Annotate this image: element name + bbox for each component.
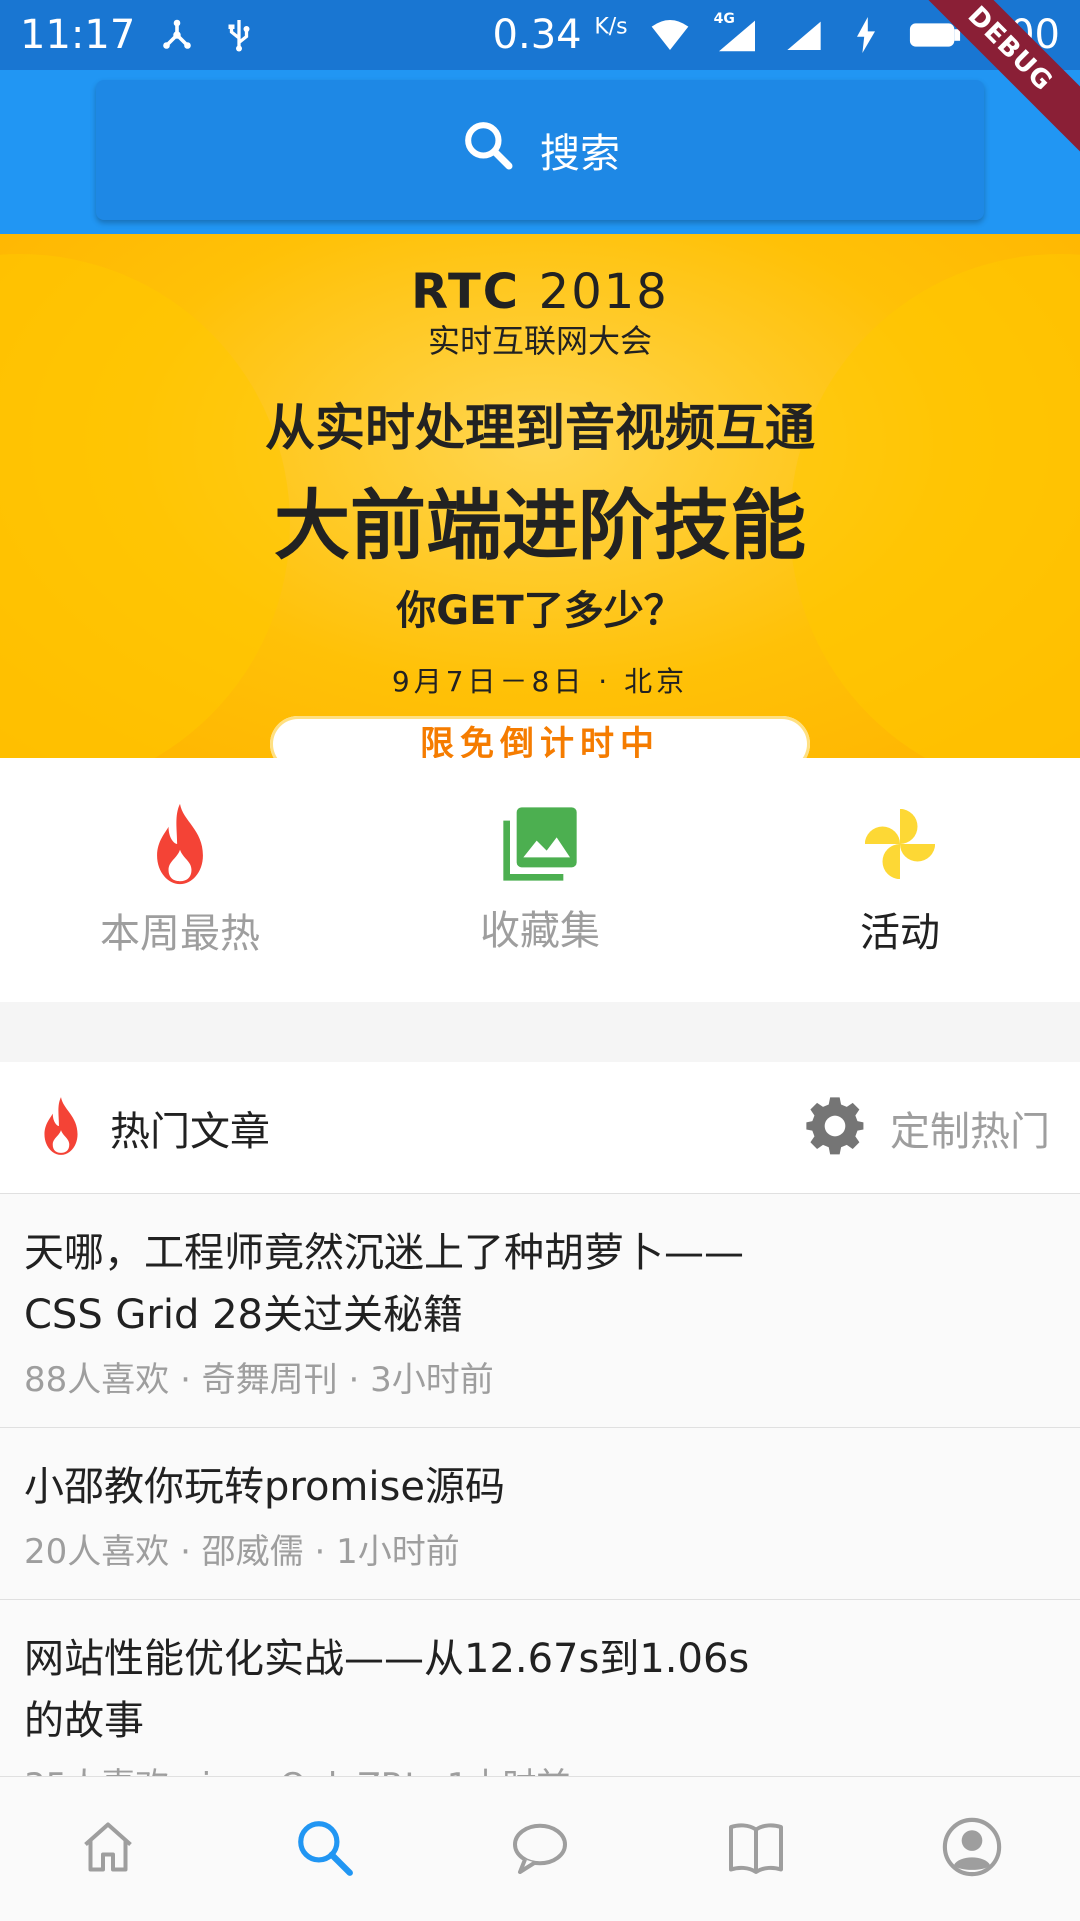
bottom-navigation [0, 1776, 1080, 1921]
profile-icon [941, 1816, 1003, 1882]
usb-icon [219, 15, 259, 55]
home-icon [78, 1817, 138, 1881]
quick-link-label: 活动 [860, 910, 940, 956]
nav-home[interactable] [48, 1789, 168, 1909]
search-icon [293, 1816, 355, 1882]
article-meta: 20人喜欢 · 邵威儒 · 1小时前 [24, 1532, 460, 1572]
banner-date: 9月7日－8日 · 北京 [391, 665, 689, 698]
quick-link-weekly-hot[interactable]: 本周最热 [0, 758, 360, 1002]
hot-articles-title-group: 热门文章 [36, 1095, 270, 1161]
search-label: 搜索 [540, 131, 620, 177]
flame-icon [36, 1095, 86, 1161]
charging-icon [846, 15, 886, 55]
nav-search[interactable] [264, 1789, 384, 1909]
search-button[interactable]: 搜索 [96, 80, 984, 220]
wifi-icon [650, 15, 690, 55]
search-icon [460, 117, 516, 183]
quick-link-collections[interactable]: 收藏集 [360, 758, 720, 1002]
cell-signal-4g-icon: 4G [712, 11, 762, 55]
tethering-icon [157, 15, 197, 55]
article-item[interactable]: 天哪，工程师竟然沉迷上了种胡萝卜——CSS Grid 28关过关秘籍 88人喜欢… [0, 1194, 1080, 1428]
nav-profile[interactable] [912, 1789, 1032, 1909]
article-item[interactable]: 网站性能优化实战——从12.67s到1.06s的故事 35人喜欢 · jerry… [0, 1600, 1080, 1776]
banner-content: RTC 2018 实时互联网大会 从实时处理到音视频互通 大前端进阶技能 你GE… [0, 264, 1080, 758]
nav-messages[interactable] [480, 1789, 600, 1909]
nav-booklets[interactable] [696, 1789, 816, 1909]
app-bar: 搜索 [0, 70, 1080, 234]
banner-year: 2018 [538, 264, 669, 320]
network-type: 4G [713, 11, 735, 27]
banner-subtitle: 实时互联网大会 [427, 322, 652, 360]
banner-cta-button[interactable]: 限免倒计时中 [270, 716, 810, 758]
customize-hot-button[interactable]: 定制热门 [804, 1095, 1050, 1161]
chat-bubble-icon [510, 1817, 570, 1881]
book-icon [726, 1817, 786, 1881]
network-speed: 0.34 K/s [493, 12, 628, 58]
gear-icon [804, 1095, 866, 1161]
quick-link-activities[interactable]: 活动 [720, 758, 1080, 1002]
quick-link-label: 本周最热 [100, 911, 260, 957]
flame-icon [145, 801, 215, 891]
banner-logo: RTC 2018 [0, 264, 1080, 320]
hot-articles-header: 热门文章 定制热门 [0, 1062, 1080, 1194]
pinwheel-icon [858, 802, 942, 890]
quick-links: 本周最热 收藏集 活动 [0, 758, 1080, 1002]
article-title: 天哪，工程师竟然沉迷上了种胡萝卜——CSS Grid 28关过关秘籍 [24, 1230, 744, 1338]
status-time: 11:17 [20, 12, 136, 58]
image-collection-icon [500, 804, 580, 888]
article-title: 小邵教你玩转promise源码 [24, 1464, 505, 1510]
banner-logo-text: RTC [411, 264, 520, 320]
article-meta: 88人喜欢 · 奇舞周刊 · 3小时前 [24, 1360, 494, 1400]
status-bar-left: 11:17 [20, 12, 259, 58]
cell-signal-icon [784, 15, 824, 55]
banner-headline-1: 从实时处理到音视频互通 [265, 399, 815, 457]
promo-banner[interactable]: RTC 2018 实时互联网大会 从实时处理到音视频互通 大前端进阶技能 你GE… [0, 234, 1080, 758]
banner-headline-2: 大前端进阶技能 [274, 481, 806, 570]
customize-hot-label: 定制热门 [890, 1108, 1050, 1155]
network-speed-unit: K/s [594, 14, 628, 40]
quick-link-label: 收藏集 [480, 908, 600, 954]
hot-articles-title: 热门文章 [110, 1108, 270, 1155]
article-item[interactable]: 小邵教你玩转promise源码 20人喜欢 · 邵威儒 · 1小时前 [0, 1428, 1080, 1600]
network-speed-value: 0.34 [492, 12, 582, 58]
article-list[interactable]: 天哪，工程师竟然沉迷上了种胡萝卜——CSS Grid 28关过关秘籍 88人喜欢… [0, 1194, 1080, 1776]
article-title: 网站性能优化实战——从12.67s到1.06s的故事 [24, 1636, 750, 1744]
article-meta: 35人喜欢 · jerryOnlyZRJ · 1小时前 [24, 1758, 1056, 1776]
status-bar: 11:17 0.34 K/s 4G 100 [0, 0, 1080, 70]
banner-headline-3: 你GET了多少？ [396, 588, 684, 634]
